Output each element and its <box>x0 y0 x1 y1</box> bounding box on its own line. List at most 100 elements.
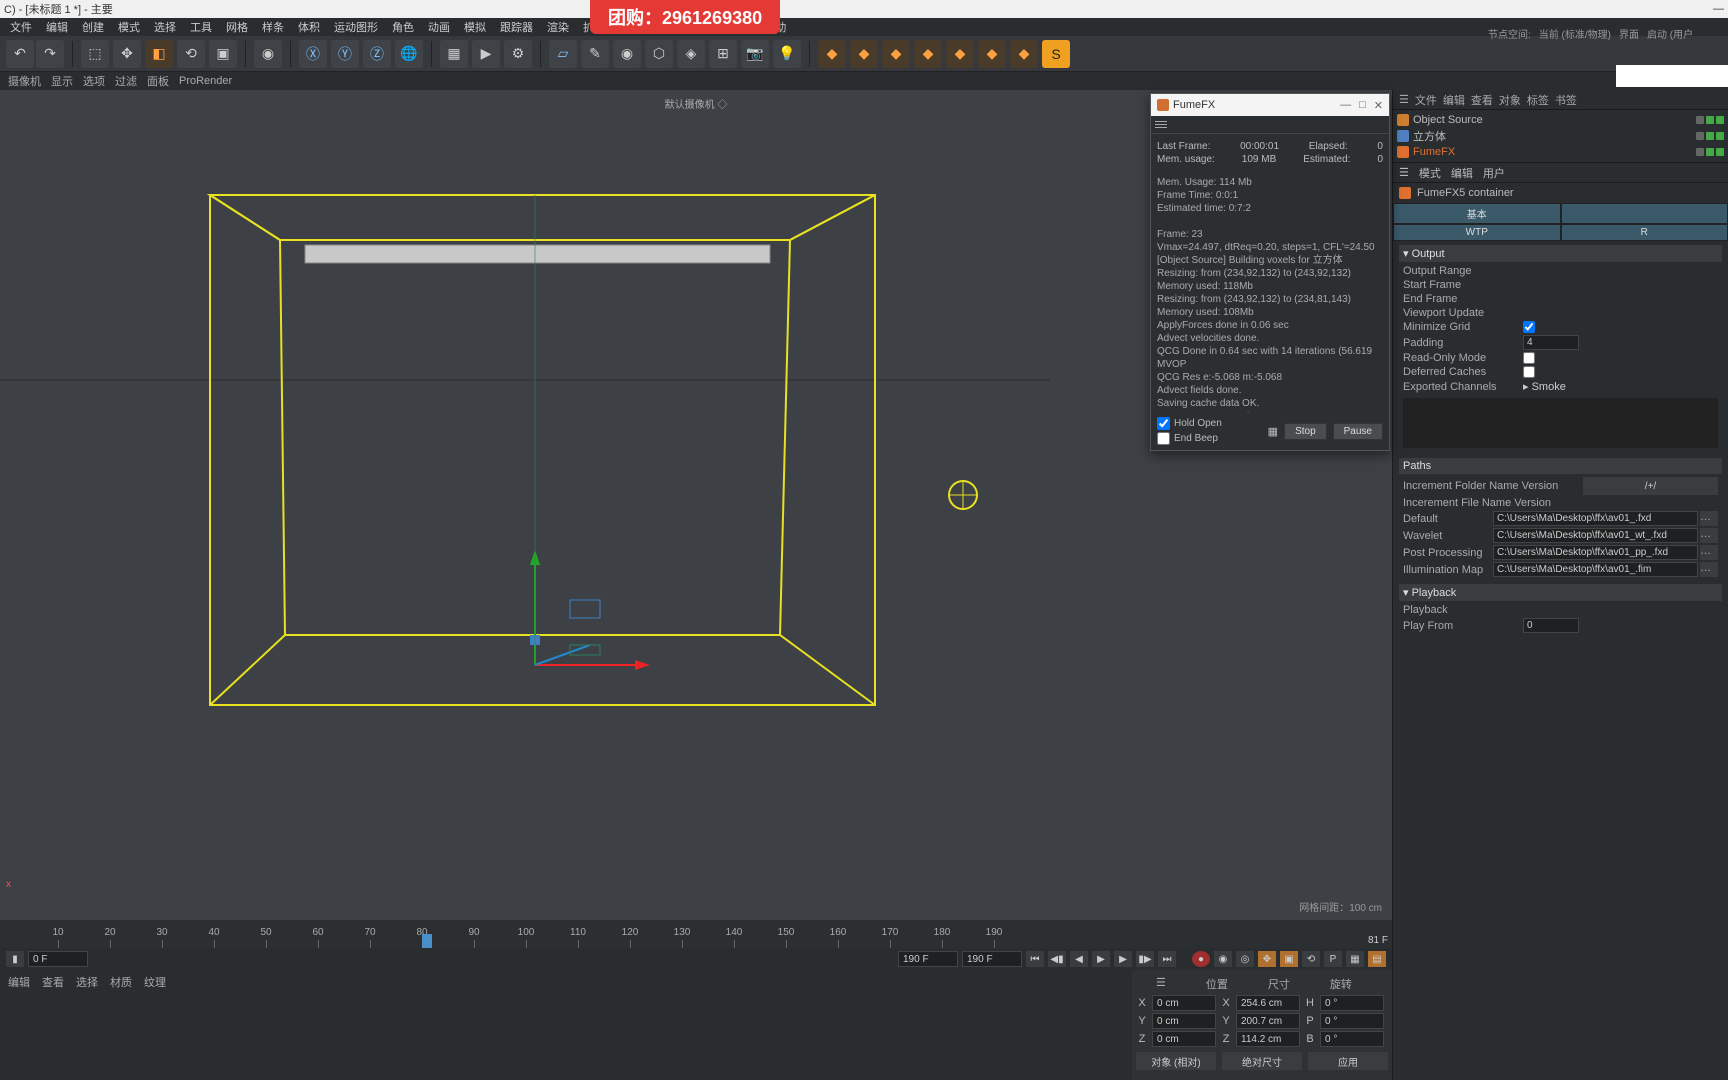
size-Z-input[interactable] <box>1236 1031 1300 1047</box>
spline-icon[interactable]: ✎ <box>581 40 609 68</box>
playfrom-input[interactable] <box>1523 618 1579 633</box>
end-beep-check[interactable] <box>1157 432 1170 445</box>
hamburger-icon[interactable] <box>1155 121 1167 128</box>
maximize-icon[interactable]: □ <box>1359 99 1366 112</box>
octane-2-icon[interactable]: ◆ <box>850 40 878 68</box>
last-frame-icon[interactable]: ⏭ <box>1158 951 1176 967</box>
menu-选择[interactable]: 选择 <box>148 19 182 35</box>
size-Y-input[interactable] <box>1236 1013 1300 1029</box>
menu-模拟[interactable]: 模拟 <box>458 19 492 35</box>
hamburger-icon[interactable]: ☰ <box>1399 93 1409 106</box>
deformer-icon[interactable]: ◈ <box>677 40 705 68</box>
cube-icon[interactable]: ◧ <box>145 40 173 68</box>
path-Post Processing-input[interactable] <box>1493 545 1698 560</box>
environment-icon[interactable]: ⊞ <box>709 40 737 68</box>
move-icon[interactable]: ✥ <box>113 40 141 68</box>
key-pos-icon[interactable]: ✥ <box>1258 951 1276 967</box>
timeline-playhead[interactable] <box>422 934 432 948</box>
nurbs-icon[interactable]: ◉ <box>613 40 641 68</box>
objtab-编辑[interactable]: 编辑 <box>1443 92 1465 108</box>
sx-icon[interactable]: S <box>1042 40 1070 68</box>
key-grid-icon[interactable]: ▦ <box>1346 951 1364 967</box>
goto-start-icon[interactable]: ▮ <box>6 951 24 967</box>
attr-mode-tab[interactable]: 模式 <box>1419 165 1441 181</box>
size-X-input[interactable] <box>1236 995 1300 1011</box>
start-frame-input[interactable] <box>28 951 88 967</box>
next-key-icon[interactable]: ▮▶ <box>1136 951 1154 967</box>
timeline[interactable]: 81 F 10203040506070809010011012013014015… <box>0 920 1392 948</box>
hold-open-check[interactable] <box>1157 417 1170 430</box>
mattab-查看[interactable]: 查看 <box>42 974 64 990</box>
mattab-材质[interactable]: 材质 <box>110 974 132 990</box>
menu-编辑[interactable]: 编辑 <box>40 19 74 35</box>
pos-Y-input[interactable] <box>1152 1013 1216 1029</box>
path-Default-button[interactable]: … <box>1700 511 1718 526</box>
scale-icon[interactable]: ▣ <box>209 40 237 68</box>
objtab-文件[interactable]: 文件 <box>1415 92 1437 108</box>
attr-user-tab[interactable]: 用户 <box>1483 165 1505 181</box>
tab-wtp[interactable]: WTP <box>1393 224 1561 241</box>
menu-角色[interactable]: 角色 <box>386 19 420 35</box>
mattab-纹理[interactable]: 纹理 <box>144 974 166 990</box>
first-frame-icon[interactable]: ⏮ <box>1026 951 1044 967</box>
prev-frame-icon[interactable]: ◀ <box>1070 951 1088 967</box>
axis-x-icon[interactable]: Ⓧ <box>299 40 327 68</box>
output-section[interactable]: ▾ Output <box>1399 245 1722 262</box>
path-Illumination Map-input[interactable] <box>1493 562 1698 577</box>
menu-跟踪器[interactable]: 跟踪器 <box>494 19 539 35</box>
end-frame-input[interactable] <box>962 951 1022 967</box>
mattab-选择[interactable]: 选择 <box>76 974 98 990</box>
menu-运动图形[interactable]: 运动图形 <box>328 19 384 35</box>
octane-4-icon[interactable]: ◆ <box>914 40 942 68</box>
play-icon[interactable]: ▶ <box>1092 951 1110 967</box>
axis-y-icon[interactable]: Ⓨ <box>331 40 359 68</box>
octane-3-icon[interactable]: ◆ <box>882 40 910 68</box>
tree-item-立方体[interactable]: 立方体 <box>1397 128 1724 144</box>
pos-Z-input[interactable] <box>1152 1031 1216 1047</box>
hamburger-icon[interactable]: ☰ <box>1399 166 1409 179</box>
rot-P-input[interactable] <box>1320 1013 1384 1029</box>
paths-section[interactable]: Paths <box>1399 458 1722 474</box>
padding-input[interactable] <box>1523 335 1579 350</box>
minimize-grid-check[interactable] <box>1523 321 1535 333</box>
deferred-check[interactable] <box>1523 366 1535 378</box>
menu-文件[interactable]: 文件 <box>4 19 38 35</box>
tree-item-FumeFX[interactable]: FumeFX <box>1397 144 1724 160</box>
vpmenu-面板[interactable]: 面板 <box>147 73 169 89</box>
rot-H-input[interactable] <box>1320 995 1384 1011</box>
coord-size-select[interactable]: 绝对尺寸 <box>1222 1052 1302 1070</box>
menu-创建[interactable]: 创建 <box>76 19 110 35</box>
path-Default-input[interactable] <box>1493 511 1698 526</box>
light-icon[interactable]: 💡 <box>773 40 801 68</box>
vpmenu-摄像机[interactable]: 摄像机 <box>8 73 41 89</box>
pause-button[interactable]: Pause <box>1333 423 1383 440</box>
world-icon[interactable]: 🌐 <box>395 40 423 68</box>
objtab-书签[interactable]: 书签 <box>1555 92 1577 108</box>
tab-r[interactable]: R <box>1561 224 1728 241</box>
menu-渲染[interactable]: 渲染 <box>541 19 575 35</box>
search-box[interactable] <box>1616 65 1728 87</box>
camera-icon[interactable]: 📷 <box>741 40 769 68</box>
next-frame-icon[interactable]: ▶ <box>1114 951 1132 967</box>
inc-folder-button[interactable]: /+/ <box>1583 477 1718 495</box>
path-Post Processing-button[interactable]: … <box>1700 545 1718 560</box>
path-Wavelet-button[interactable]: … <box>1700 528 1718 543</box>
render-icon[interactable]: ▦ <box>440 40 468 68</box>
vpmenu-选项[interactable]: 选项 <box>83 73 105 89</box>
objtab-标签[interactable]: 标签 <box>1527 92 1549 108</box>
tab-coord[interactable] <box>1561 203 1728 224</box>
prev-key-icon[interactable]: ◀▮ <box>1048 951 1066 967</box>
rot-B-input[interactable] <box>1320 1031 1384 1047</box>
octane-7-icon[interactable]: ◆ <box>1010 40 1038 68</box>
sim-icon[interactable]: ▦ <box>1268 425 1278 438</box>
mattab-编辑[interactable]: 编辑 <box>8 974 30 990</box>
range-end-input[interactable] <box>898 951 958 967</box>
coord-apply-button[interactable]: 应用 <box>1308 1052 1388 1070</box>
menu-网格[interactable]: 网格 <box>220 19 254 35</box>
stop-button[interactable]: Stop <box>1284 423 1327 440</box>
tab-basic[interactable]: 基本 <box>1393 203 1561 224</box>
attr-edit-tab[interactable]: 编辑 <box>1451 165 1473 181</box>
record-icon[interactable]: ● <box>1192 951 1210 967</box>
history-icon[interactable]: ◉ <box>254 40 282 68</box>
key-icon[interactable]: ◎ <box>1236 951 1254 967</box>
